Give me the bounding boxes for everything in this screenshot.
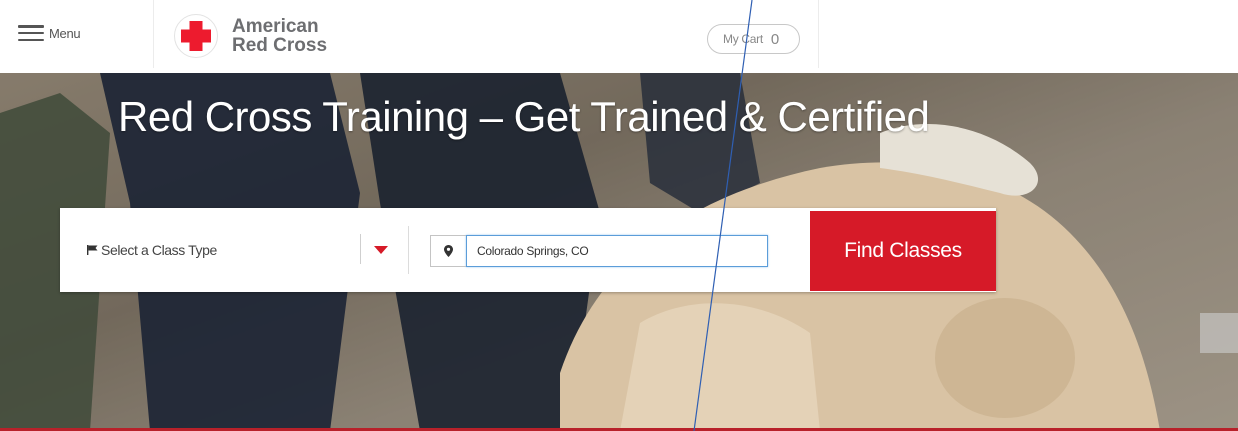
caret-down-icon[interactable] [374, 246, 388, 254]
select-divider [360, 234, 361, 264]
location-field-group [430, 235, 768, 267]
hamburger-icon [18, 25, 44, 41]
class-type-label: Select a Class Type [101, 242, 217, 258]
location-input[interactable] [466, 235, 768, 267]
cart-label: My Cart [723, 32, 763, 46]
class-type-select[interactable]: Select a Class Type [60, 208, 466, 292]
cart-count: 0 [770, 30, 779, 48]
logo-text-line1: American [232, 16, 319, 37]
location-pin-box [430, 235, 466, 267]
location-pin-icon [444, 245, 453, 257]
menu-button[interactable]: Menu [18, 25, 81, 41]
logo-text-line2: Red Cross [232, 35, 328, 56]
flag-icon [87, 245, 98, 255]
hero-banner: Red Cross Training – Get Trained & Certi… [0, 73, 1238, 431]
header-divider-right [818, 0, 819, 68]
my-cart-button[interactable]: My Cart 0 [707, 24, 800, 54]
header-divider [153, 0, 154, 68]
class-search-panel: Select a Class Type Find Classes [60, 208, 996, 292]
menu-label: Menu [49, 25, 81, 41]
site-header: Menu American Red Cross My Cart 0 [0, 0, 1238, 73]
search-panel-divider [408, 226, 409, 274]
hero-title: Red Cross Training – Get Trained & Certi… [118, 93, 930, 140]
find-classes-button[interactable]: Find Classes [810, 211, 996, 291]
red-cross-logo-icon [174, 14, 218, 58]
red-cross-logo[interactable]: American Red Cross [174, 14, 327, 58]
